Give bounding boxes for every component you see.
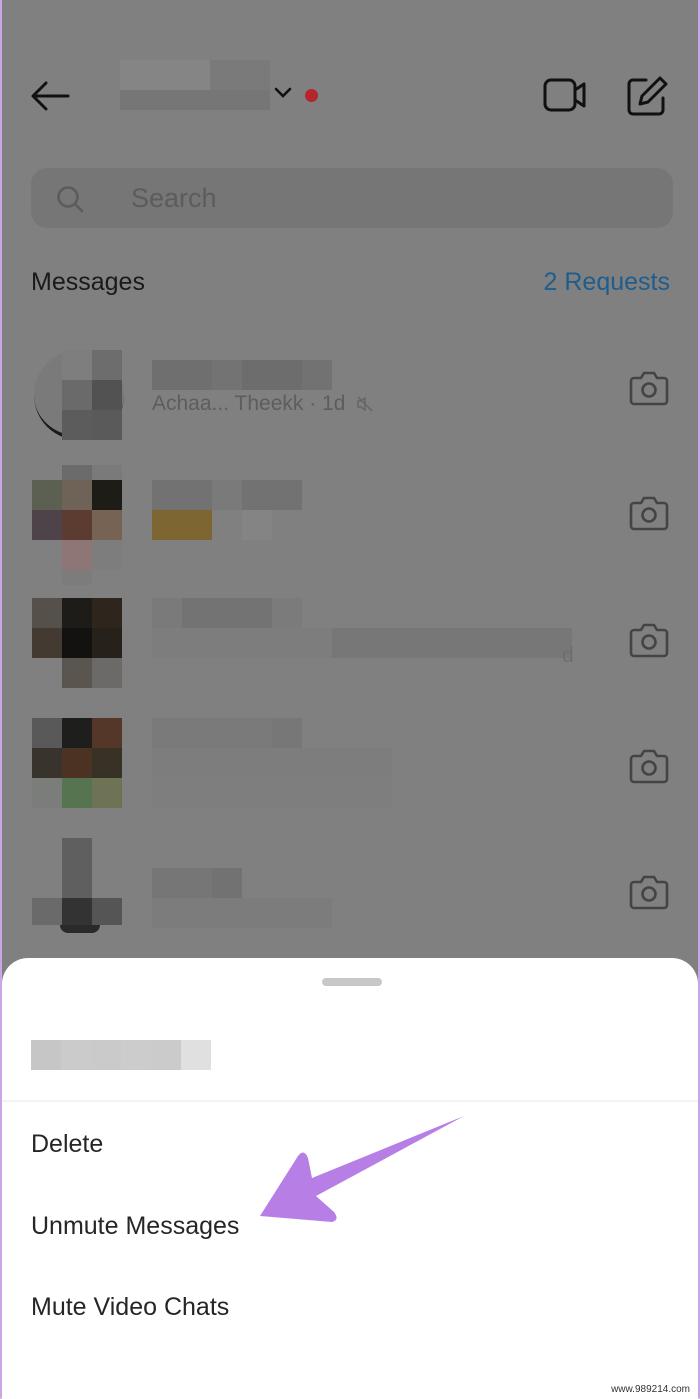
camera-icon [629, 875, 669, 910]
contact-name-redacted [152, 480, 302, 540]
arrow-left-icon [31, 81, 70, 111]
chevron-down-icon [274, 87, 292, 98]
back-button[interactable] [28, 76, 72, 116]
search-input[interactable] [131, 168, 651, 228]
compose-edit-icon [627, 76, 668, 116]
conversation-row[interactable] [2, 838, 698, 958]
conversation-row[interactable]: Achaa... Theekk · 1d [2, 330, 698, 450]
preview-text: Achaa... Theekk [152, 392, 304, 415]
notification-dot [305, 89, 318, 102]
message-preview: Achaa... Theekk · 1d [152, 392, 375, 416]
camera-button[interactable] [628, 872, 670, 912]
new-message-button[interactable] [624, 74, 670, 118]
top-bar [2, 60, 698, 132]
unmute-messages-option[interactable]: Unmute Messages [31, 1212, 239, 1241]
delete-option[interactable]: Delete [31, 1130, 103, 1159]
timestamp: 1d [322, 392, 346, 415]
camera-button[interactable] [628, 620, 670, 660]
timestamp: d [562, 644, 574, 667]
camera-icon [629, 749, 669, 784]
contact-name-redacted [152, 868, 332, 928]
avatar [32, 340, 124, 440]
conversation-row[interactable] [2, 465, 698, 585]
sheet-drag-handle[interactable] [322, 978, 382, 986]
account-switcher-dropdown[interactable] [272, 82, 294, 102]
conversation-row[interactable] [2, 718, 698, 838]
divider [2, 1100, 698, 1102]
sheet-title-redacted [31, 1040, 211, 1070]
camera-button[interactable] [628, 493, 670, 533]
video-call-button[interactable] [540, 74, 590, 116]
direct-messages-screen: Messages 2 Requests Achaa... Theekk · 1d [2, 0, 698, 1399]
search-icon [57, 186, 84, 213]
camera-button[interactable] [628, 368, 670, 408]
conversation-row[interactable]: d [2, 598, 698, 718]
mute-video-chats-option[interactable]: Mute Video Chats [31, 1293, 229, 1322]
account-name-redacted[interactable] [120, 60, 270, 110]
message-requests-link[interactable]: 2 Requests [544, 268, 670, 297]
watermark: www.989214.com [611, 1384, 690, 1395]
avatar [32, 598, 122, 688]
muted-bell-icon [357, 396, 373, 412]
message-preview-redacted [152, 628, 572, 658]
separator: · [309, 392, 323, 415]
camera-icon [629, 496, 669, 531]
search-bar[interactable] [31, 168, 673, 228]
camera-button[interactable] [628, 746, 670, 786]
avatar [32, 838, 122, 938]
avatar [32, 718, 122, 808]
contact-name-redacted [152, 598, 302, 628]
camera-icon [629, 623, 669, 658]
contact-name-redacted [152, 718, 392, 808]
contact-name-redacted [152, 360, 332, 390]
conversation-options-sheet: Delete Unmute Messages Mute Video Chats [2, 958, 698, 1399]
camera-icon [629, 371, 669, 406]
avatar [32, 465, 122, 585]
video-camera-icon [543, 78, 586, 112]
messages-heading: Messages [31, 268, 145, 296]
